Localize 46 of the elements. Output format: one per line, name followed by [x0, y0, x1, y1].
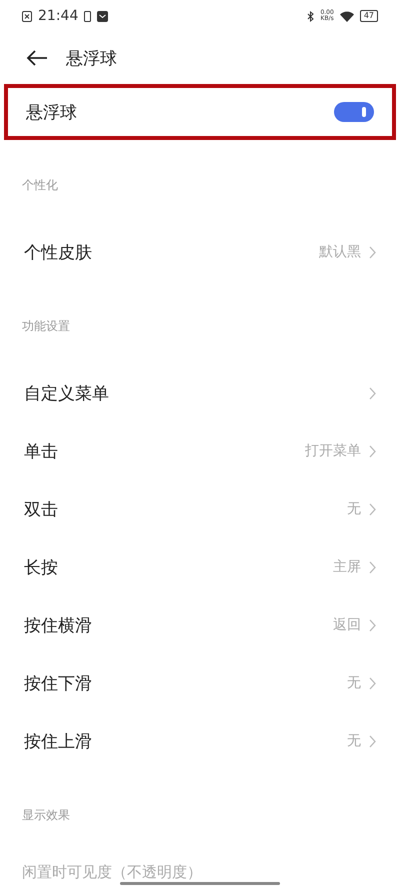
- status-time: 21:44: [38, 8, 78, 24]
- settings-row[interactable]: 按住上滑 无: [0, 712, 400, 770]
- settings-row[interactable]: 按住下滑 无: [0, 654, 400, 712]
- chevron-icon: [369, 560, 376, 574]
- chevron-icon: [369, 734, 376, 748]
- setting-label: 个性皮肤: [24, 242, 92, 264]
- setting-label: 按住上滑: [24, 730, 92, 752]
- setting-value: 返回: [333, 616, 361, 634]
- setting-label: 按住横滑: [24, 614, 92, 636]
- chevron-icon: [369, 444, 376, 458]
- setting-label: 单击: [24, 440, 58, 462]
- chevron-icon: [369, 502, 376, 516]
- settings-row[interactable]: 双击 无: [0, 480, 400, 538]
- chevron-icon: [369, 676, 376, 690]
- section-header: 显示效果: [22, 807, 70, 824]
- settings-row[interactable]: 单击 打开菜单: [0, 422, 400, 480]
- setting-caption: 闲置时可见度（不透明度）: [22, 863, 202, 881]
- notification-icon: [22, 10, 32, 22]
- bluetooth-icon: [307, 10, 314, 22]
- chevron-icon: [369, 246, 376, 258]
- settings-row[interactable]: 长按 主屏: [0, 538, 400, 596]
- section-header: 个性化: [22, 177, 58, 194]
- setting-label: 自定义菜单: [24, 382, 109, 404]
- setting-value: 无: [347, 674, 361, 692]
- setting-label: 双击: [24, 498, 58, 520]
- back-icon[interactable]: [26, 50, 48, 66]
- setting-label: 长按: [24, 556, 58, 578]
- page-title: 悬浮球: [66, 48, 117, 70]
- chevron-icon: [369, 618, 376, 632]
- chevron-icon: [369, 386, 376, 400]
- settings-row[interactable]: 自定义菜单: [0, 364, 400, 422]
- mail-icon: [97, 10, 108, 22]
- battery-indicator: 47: [360, 10, 378, 22]
- setting-value: 主屏: [333, 558, 361, 576]
- section-header: 功能设置: [22, 318, 70, 335]
- setting-label: 悬浮球: [26, 102, 77, 124]
- setting-value: 打开菜单: [305, 442, 361, 460]
- settings-row[interactable]: 按住横滑 返回: [0, 596, 400, 654]
- setting-value: 无: [347, 500, 361, 518]
- setting-label: 按住下滑: [24, 672, 92, 694]
- setting-value: 无: [347, 732, 361, 750]
- toggle-switch[interactable]: [334, 102, 374, 122]
- phone-icon: [84, 10, 92, 22]
- settings-row[interactable]: 个性皮肤 默认黑: [0, 223, 400, 281]
- setting-value: 默认黑: [319, 243, 361, 261]
- wifi-icon: [340, 10, 354, 22]
